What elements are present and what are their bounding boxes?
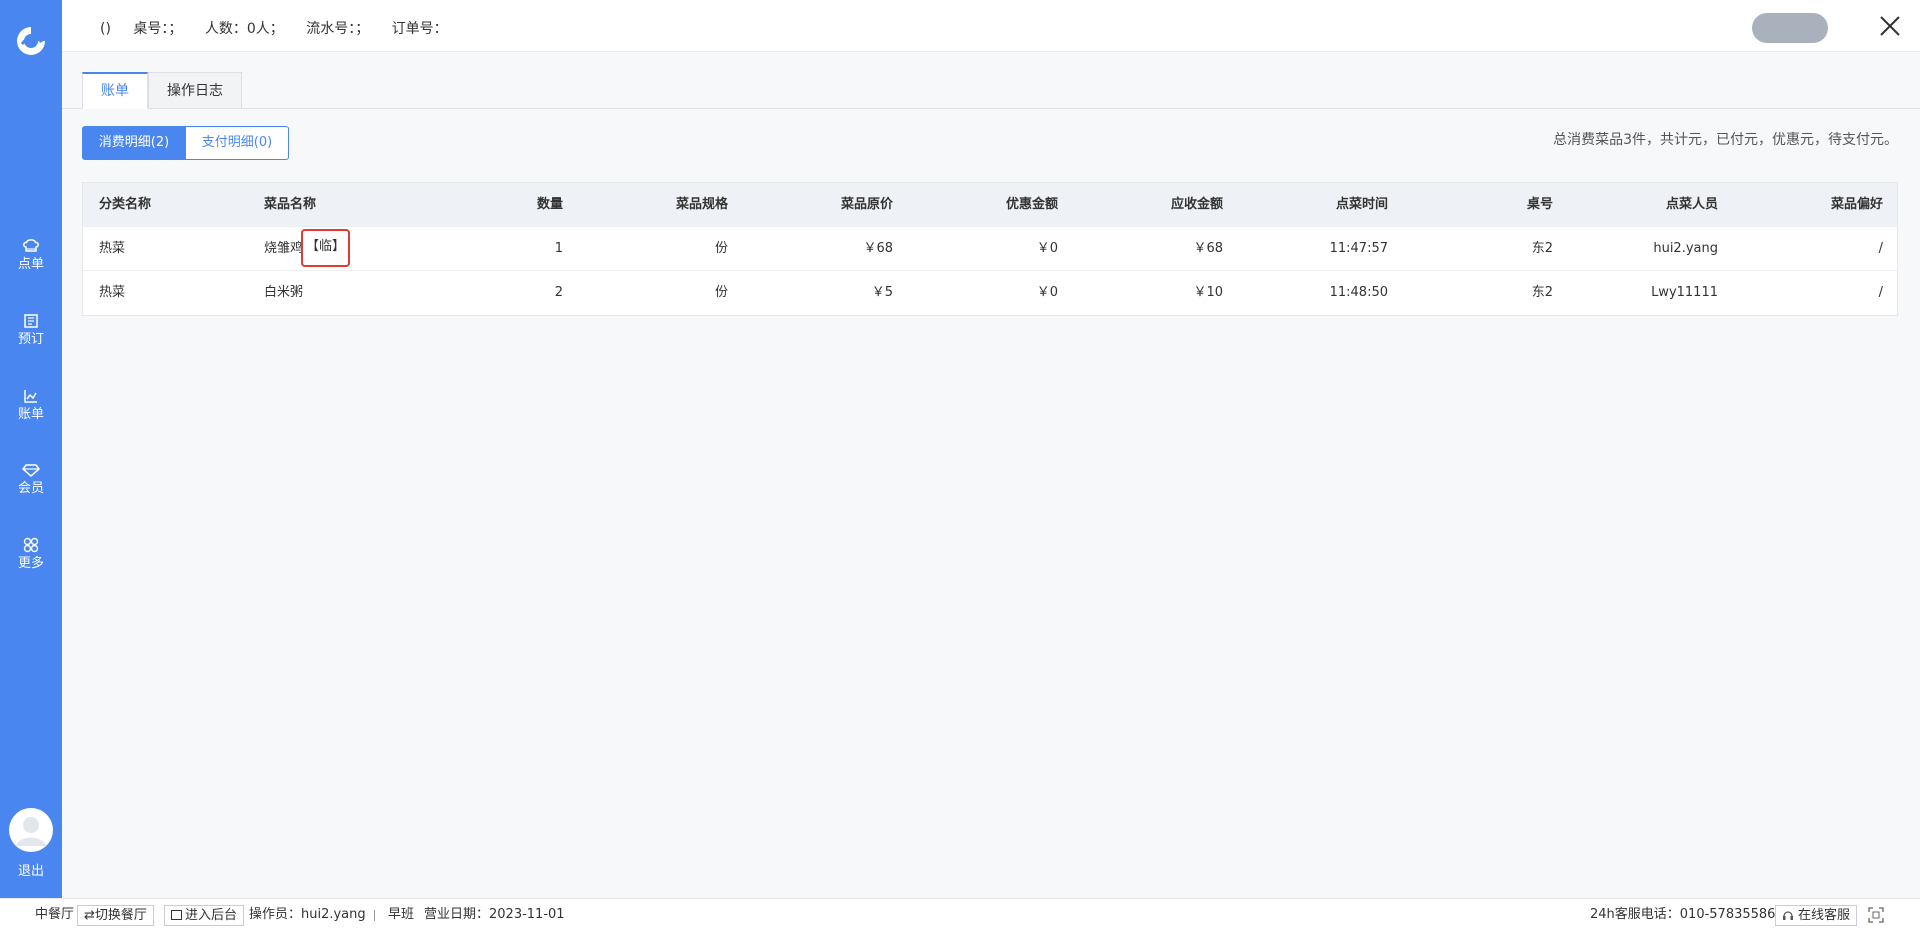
- enter-backend-label: 进入后台: [185, 908, 238, 923]
- grid-icon: [23, 537, 39, 553]
- cell-time: 11:48:50: [1329, 285, 1388, 300]
- fullscreen-icon[interactable]: [1868, 907, 1884, 923]
- column-header: 应收金额: [1170, 197, 1223, 212]
- chef-hat-icon: [23, 239, 39, 252]
- cell-spec: 份: [714, 241, 728, 256]
- sidebar-item-label: 点单: [17, 257, 44, 272]
- sidebar-item-label: 账单: [17, 407, 44, 422]
- bill-summary: 总消费菜品3件，共计元，已付元，优惠元，待支付元。: [1553, 132, 1898, 148]
- cell-price: ￥5: [871, 285, 893, 300]
- hotline: 24h客服电话：010-57835586: [1590, 907, 1776, 922]
- cell-quantity: 2: [554, 285, 563, 300]
- app-logo-icon: [12, 22, 50, 60]
- divider: [374, 910, 375, 921]
- tab-operation-log[interactable]: 操作日志: [148, 72, 242, 109]
- table-row[interactable]: 热菜 烧雏鸡 【临】 1 份 ￥68 ￥0 ￥68 11:47:57 东2 hui…: [83, 227, 1897, 271]
- column-header: 点菜人员: [1665, 197, 1718, 212]
- payment-detail-button[interactable]: 支付明细(0): [185, 126, 289, 160]
- cell-due: ￥68: [1193, 241, 1223, 256]
- dish-table: 分类名称 菜品名称 数量 菜品规格 菜品原价 优惠金额 应收金额 点菜时间 桌号…: [82, 182, 1898, 316]
- cell-due: ￥10: [1193, 285, 1223, 300]
- sidebar-item-label: 预订: [17, 332, 44, 347]
- cell-discount: ￥0: [1036, 241, 1058, 256]
- temporary-dish-tag: 【临】: [301, 228, 351, 267]
- order-number: 订单号：: [391, 21, 448, 37]
- column-header: 优惠金额: [1005, 197, 1058, 212]
- cell-staff: Lwy11111: [1651, 285, 1718, 300]
- sidebar-item-bill[interactable]: 账单: [0, 388, 62, 423]
- cell-category: 热菜: [99, 285, 126, 300]
- serial-number: 流水号：；: [306, 21, 370, 37]
- sidebar: 点单 预订 账单 会员 更多 退出: [0, 0, 62, 898]
- column-header: 桌号: [1526, 197, 1553, 212]
- tab-bill[interactable]: 账单: [82, 72, 148, 109]
- online-service-button[interactable]: 在线客服: [1775, 905, 1858, 926]
- current-hall: 中餐厅: [35, 907, 75, 922]
- window-icon: [171, 910, 182, 920]
- column-header: 菜品规格: [675, 197, 728, 212]
- header-paren: (): [100, 21, 111, 37]
- table-header-row: 分类名称 菜品名称 数量 菜品规格 菜品原价 优惠金额 应收金额 点菜时间 桌号…: [83, 183, 1897, 227]
- sidebar-item-label: 会员: [17, 481, 44, 496]
- cell-staff: hui2.yang: [1653, 241, 1718, 256]
- headset-icon: [1783, 911, 1793, 920]
- cell-time: 11:47:57: [1329, 241, 1388, 256]
- cell-preference: /: [1878, 285, 1883, 300]
- enter-backend-button[interactable]: 进入后台: [164, 905, 245, 926]
- cell-category: 热菜: [99, 241, 126, 256]
- dish-name-text: 烧雏鸡: [264, 241, 304, 256]
- diamond-icon: [22, 464, 40, 477]
- column-header: 菜品原价: [840, 197, 893, 212]
- close-icon[interactable]: [1878, 14, 1902, 38]
- column-header: 菜品偏好: [1830, 197, 1883, 212]
- sidebar-item-order[interactable]: 点单: [0, 238, 62, 273]
- cell-preference: /: [1878, 241, 1883, 256]
- cell-price: ￥68: [863, 241, 893, 256]
- sidebar-item-reservation[interactable]: 预订: [0, 313, 62, 348]
- shift: 早班: [388, 907, 415, 922]
- column-header: 点菜时间: [1335, 197, 1388, 212]
- header: () 桌号：； 人数：0人； 流水号：； 订单号：: [62, 0, 1920, 52]
- table-row[interactable]: 热菜 白米粥 2 份 ￥5 ￥0 ￥10 11:48:50 东2 Lwy1111…: [83, 271, 1897, 315]
- business-date: 营业日期：2023-11-01: [424, 907, 565, 922]
- cell-table-no: 东2: [1531, 285, 1553, 300]
- logout-button[interactable]: 退出: [0, 860, 62, 879]
- cell-quantity: 1: [554, 241, 563, 256]
- cell-table-no: 东2: [1531, 241, 1553, 256]
- status-bar: 中餐厅 ⇄切换餐厅 进入后台 操作员：hui2.yang 早班 营业日期：202…: [0, 898, 1920, 931]
- consume-detail-button[interactable]: 消费明细(2): [82, 126, 186, 160]
- guest-count: 人数：0人；: [204, 21, 284, 37]
- operator: 操作员：hui2.yang: [249, 907, 366, 922]
- header-action-pill[interactable]: [1752, 13, 1828, 43]
- avatar[interactable]: [9, 808, 53, 852]
- chart-icon: [24, 390, 37, 403]
- book-icon: [24, 314, 38, 328]
- column-header: 数量: [536, 197, 563, 212]
- sidebar-item-label: 更多: [17, 556, 44, 571]
- cell-spec: 份: [714, 285, 728, 300]
- switch-restaurant-button[interactable]: ⇄切换餐厅: [77, 905, 154, 926]
- online-service-label: 在线客服: [1798, 908, 1851, 923]
- sidebar-item-more[interactable]: 更多: [0, 537, 62, 572]
- user-avatar-icon: [16, 817, 46, 846]
- table-number: 桌号：；: [133, 21, 183, 37]
- cell-discount: ￥0: [1036, 285, 1058, 300]
- column-header: 分类名称: [99, 197, 152, 212]
- tab-bar: 账单 操作日志: [62, 52, 1920, 109]
- sidebar-item-member[interactable]: 会员: [0, 462, 62, 497]
- order-info: () 桌号：； 人数：0人； 流水号：； 订单号：: [100, 18, 466, 38]
